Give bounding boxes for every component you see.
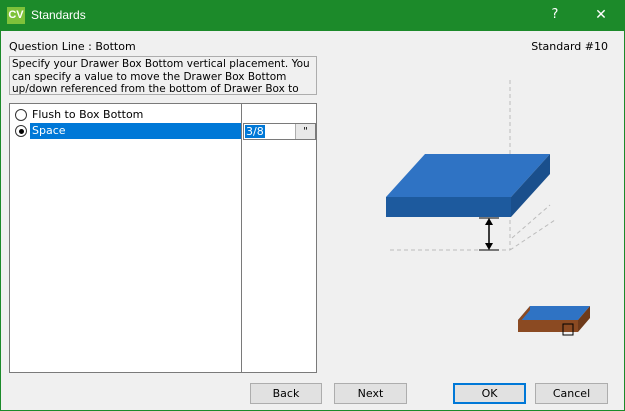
question-line-label: Question Line : Bottom <box>9 40 136 53</box>
option-label: Flush to Box Bottom <box>32 108 144 121</box>
option-label: Space <box>30 123 241 139</box>
title-bar: CV Standards ? ✕ <box>0 0 625 31</box>
ok-button[interactable]: OK <box>453 383 526 404</box>
unit-button[interactable]: " <box>295 124 315 139</box>
close-button[interactable]: ✕ <box>578 0 624 31</box>
radio-space[interactable] <box>15 125 27 137</box>
standard-number-label: Standard #10 <box>531 40 608 53</box>
option-space[interactable]: Space <box>14 123 241 139</box>
drawer-thumbnail-icon <box>518 306 590 336</box>
help-button[interactable]: ? <box>532 0 578 31</box>
column-divider <box>241 104 242 372</box>
space-value-text[interactable]: 3/8 <box>245 125 265 138</box>
window-title: Standards <box>31 8 86 22</box>
radio-flush[interactable] <box>15 109 27 121</box>
app-logo-icon: CV <box>7 7 25 24</box>
back-button[interactable]: Back <box>250 383 322 404</box>
box-front-face <box>386 197 511 217</box>
space-value-input[interactable]: 3/8 " <box>243 123 316 140</box>
options-list: Flush to Box Bottom Space 3/8 " <box>9 103 317 373</box>
cancel-button[interactable]: Cancel <box>535 383 608 404</box>
next-button[interactable]: Next <box>334 383 407 404</box>
guide-line-depth <box>509 219 556 251</box>
drawer-bottom-illustration <box>386 80 590 336</box>
option-flush-to-box-bottom[interactable]: Flush to Box Bottom <box>14 107 240 123</box>
guide-line-diagonal <box>511 204 551 239</box>
description-text: Specify your Drawer Box Bottom vertical … <box>9 56 317 95</box>
